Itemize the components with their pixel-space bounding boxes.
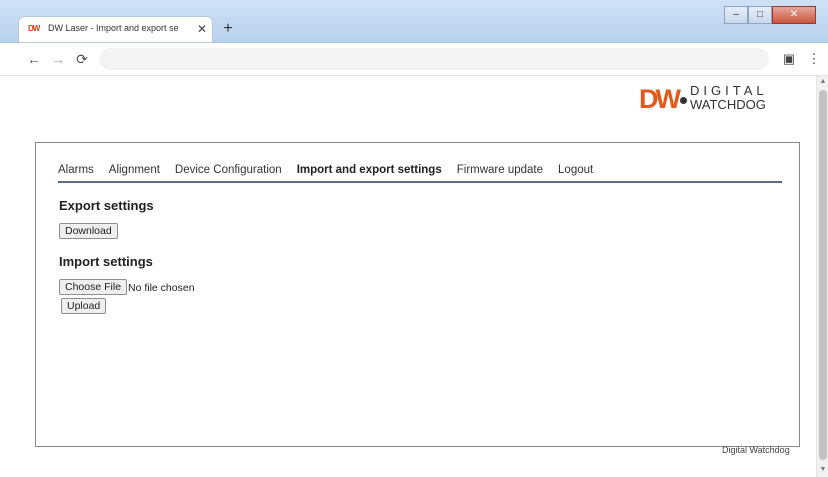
digital-watchdog-logo: DW DIGITAL WATCHDOG [639,80,799,118]
minimize-icon[interactable]: – [724,6,748,24]
menu-item-logout[interactable]: Logout [558,163,593,181]
menu-item-device-configuration[interactable]: Device Configuration [175,163,282,181]
export-settings-title: Export settings [59,198,154,213]
upload-button[interactable]: Upload [61,298,107,314]
import-settings-title: Import settings [59,254,153,269]
choose-file-button[interactable]: Choose File [59,279,128,295]
page-viewport: DW DIGITAL WATCHDOG Alarms Alignment Dev… [0,76,816,477]
scroll-up-icon[interactable]: ▲ [819,78,827,86]
scroll-down-icon[interactable]: ▼ [819,466,827,474]
browser-titlebar: DW DW Laser - Import and export se ✕ + –… [0,0,828,43]
window-controls: – □ ✕ [724,6,816,24]
vertical-scrollbar[interactable]: ▲ ▼ [816,76,828,477]
maximize-icon[interactable]: □ [748,6,772,24]
back-arrow-icon[interactable]: ← [26,50,42,68]
extension-icon[interactable]: ▣ [781,50,797,68]
menu-kebab-icon[interactable]: ⋮ [806,50,822,68]
main-menu: Alarms Alignment Device Configuration Im… [58,163,782,183]
browser-toolbar: ← → ⟳ ▣ ⋮ [0,43,828,76]
menu-item-alignment[interactable]: Alignment [109,163,160,181]
menu-item-alarms[interactable]: Alarms [58,163,94,181]
scroll-thumb[interactable] [819,90,827,460]
window-close-icon[interactable]: ✕ [772,6,816,24]
menu-item-import-export-settings[interactable]: Import and export settings [297,163,442,181]
reload-icon[interactable]: ⟳ [74,50,90,68]
favicon: DW [28,24,40,33]
download-button[interactable]: Download [59,223,118,239]
tab-title: DW Laser - Import and export se [48,23,179,33]
browser-tab[interactable]: DW DW Laser - Import and export se ✕ [19,17,212,42]
footer-text: Digital Watchdog [722,445,790,455]
address-bar[interactable] [99,48,769,70]
logo-brand: DW [639,84,681,114]
settings-panel: Alarms Alignment Device Configuration Im… [35,142,800,447]
logo-dot [680,97,687,104]
forward-arrow-icon[interactable]: → [50,50,66,68]
file-status: No file chosen [128,282,195,294]
menu-item-firmware-update[interactable]: Firmware update [457,163,543,181]
logo-line1: DIGITAL [690,83,768,98]
logo-line2: WATCHDOG [690,97,766,112]
new-tab-icon[interactable]: + [219,20,237,38]
close-tab-icon[interactable]: ✕ [195,21,209,37]
